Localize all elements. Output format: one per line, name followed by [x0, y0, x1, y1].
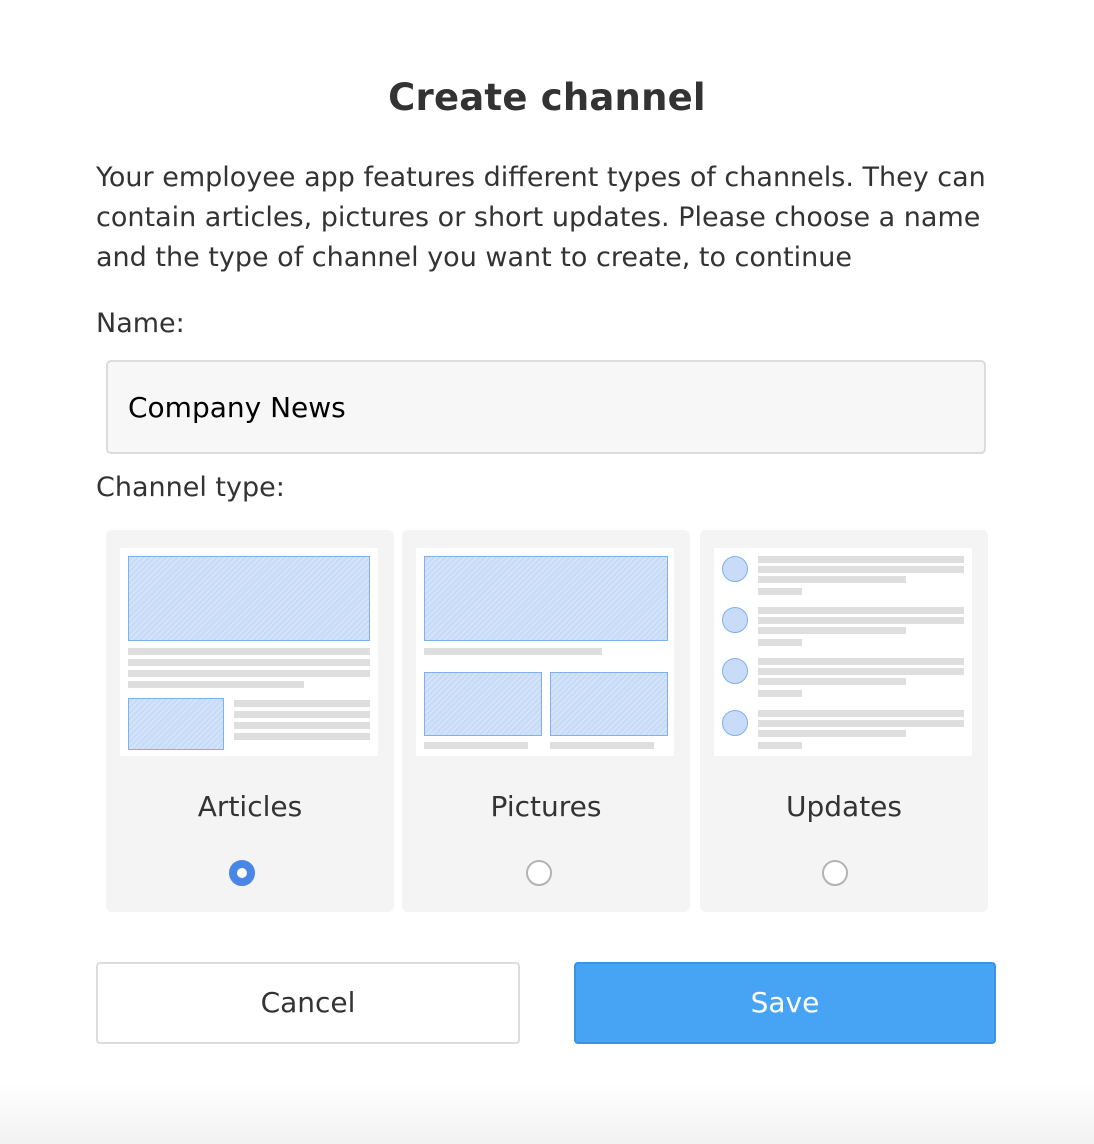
create-channel-dialog: Create channel Your employee app feature…: [0, 0, 1094, 1144]
channel-type-card-updates[interactable]: Updates: [700, 530, 988, 912]
save-button[interactable]: Save: [574, 962, 996, 1044]
preview-text-line: [128, 681, 304, 688]
preview-text-line: [758, 566, 964, 573]
cancel-button[interactable]: Cancel: [96, 962, 520, 1044]
dialog-description: Your employee app features different typ…: [96, 162, 986, 273]
preview-text-line: [758, 668, 964, 675]
preview-text-line: [234, 711, 370, 718]
channel-type-card-articles[interactable]: Articles: [106, 530, 394, 912]
preview-text-line: [128, 659, 370, 666]
preview-avatar: [722, 658, 748, 684]
preview-avatar: [722, 607, 748, 633]
preview-text-line: [758, 639, 802, 646]
dialog-title: Create channel: [388, 76, 706, 119]
preview-text-line: [234, 733, 370, 740]
preview-text-line: [128, 670, 370, 677]
preview-text-line: [758, 627, 906, 634]
preview-image: [128, 698, 224, 750]
preview-text-line: [128, 648, 370, 655]
preview-image: [128, 556, 370, 641]
radio-pictures[interactable]: [526, 860, 552, 886]
preview-text-line: [758, 607, 964, 614]
preview-text-line: [758, 720, 964, 727]
preview-text-line: [758, 658, 964, 665]
preview-text-line: [758, 617, 964, 624]
preview-image: [424, 672, 542, 736]
preview-text-line: [758, 730, 906, 737]
channel-name-input[interactable]: [106, 360, 986, 454]
preview-image: [550, 672, 668, 736]
radio-articles[interactable]: [229, 860, 255, 886]
preview-text-line: [758, 556, 964, 563]
channel-type-label-pictures: Pictures: [490, 790, 602, 823]
name-label: Name:: [96, 308, 185, 339]
preview-text-line: [758, 678, 906, 685]
radio-updates[interactable]: [822, 860, 848, 886]
preview-text-line: [424, 648, 602, 655]
preview-text-line: [758, 690, 802, 697]
preview-image: [424, 556, 668, 641]
preview-text-line: [234, 722, 370, 729]
articles-preview-illustration: [120, 548, 378, 756]
updates-preview-illustration: [714, 548, 972, 756]
preview-avatar: [722, 710, 748, 736]
channel-type-label: Channel type:: [96, 472, 285, 503]
channel-type-label-updates: Updates: [786, 790, 902, 823]
channel-type-label-articles: Articles: [197, 790, 303, 823]
preview-text-line: [758, 588, 802, 595]
preview-text-line: [758, 710, 964, 717]
preview-text-line: [424, 742, 528, 749]
pictures-preview-illustration: [416, 548, 674, 756]
preview-text-line: [550, 742, 654, 749]
channel-type-card-pictures[interactable]: Pictures: [402, 530, 690, 912]
preview-text-line: [758, 742, 802, 749]
preview-text-line: [758, 576, 906, 583]
preview-text-line: [234, 700, 370, 707]
preview-avatar: [722, 556, 748, 582]
